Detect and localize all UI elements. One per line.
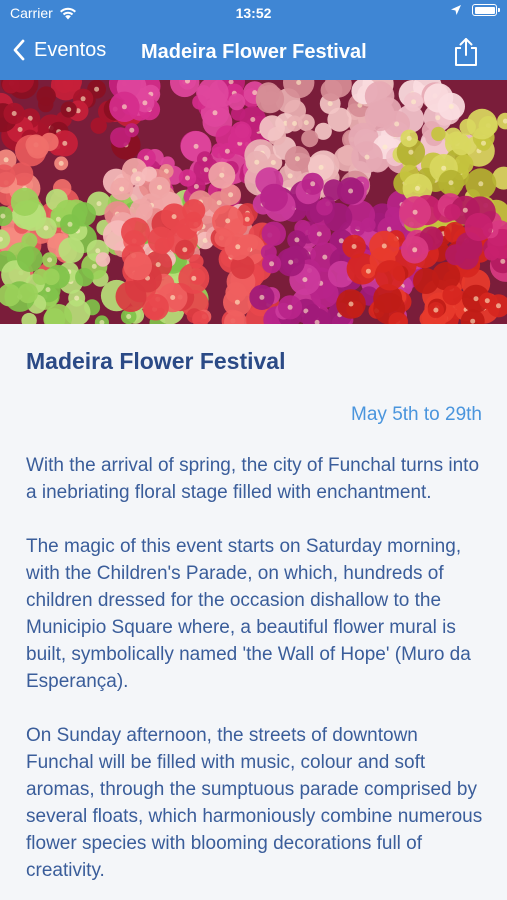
share-icon[interactable] xyxy=(451,36,481,68)
description-paragraph: On Sunday afternoon, the streets of down… xyxy=(26,725,483,881)
clock: 13:52 xyxy=(235,5,272,21)
nav-title: Madeira Flower Festival xyxy=(141,41,367,63)
status-bar: Carrier 13:52 xyxy=(0,0,507,28)
battery-icon xyxy=(472,4,500,16)
event-dates: May 5th to 29th xyxy=(351,404,482,425)
location-arrow-icon xyxy=(451,5,461,15)
chevron-left-icon xyxy=(13,39,25,61)
back-button[interactable]: Eventos xyxy=(12,38,106,62)
event-description: With the arrival of spring, the city of … xyxy=(26,452,486,900)
status-right-group xyxy=(450,4,500,16)
back-label: Eventos xyxy=(34,38,107,61)
description-paragraph: The magic of this event starts on Saturd… xyxy=(26,536,471,692)
description-paragraph: With the arrival of spring, the city of … xyxy=(26,455,480,503)
battery-fill xyxy=(474,6,495,14)
hero-flower-image xyxy=(0,80,507,324)
event-title: Madeira Flower Festival xyxy=(26,348,286,374)
header: Carrier 13:52 Eventos Madeira Flower Fes… xyxy=(0,0,507,80)
nav-bar: Eventos Madeira Flower Festival xyxy=(0,30,507,76)
